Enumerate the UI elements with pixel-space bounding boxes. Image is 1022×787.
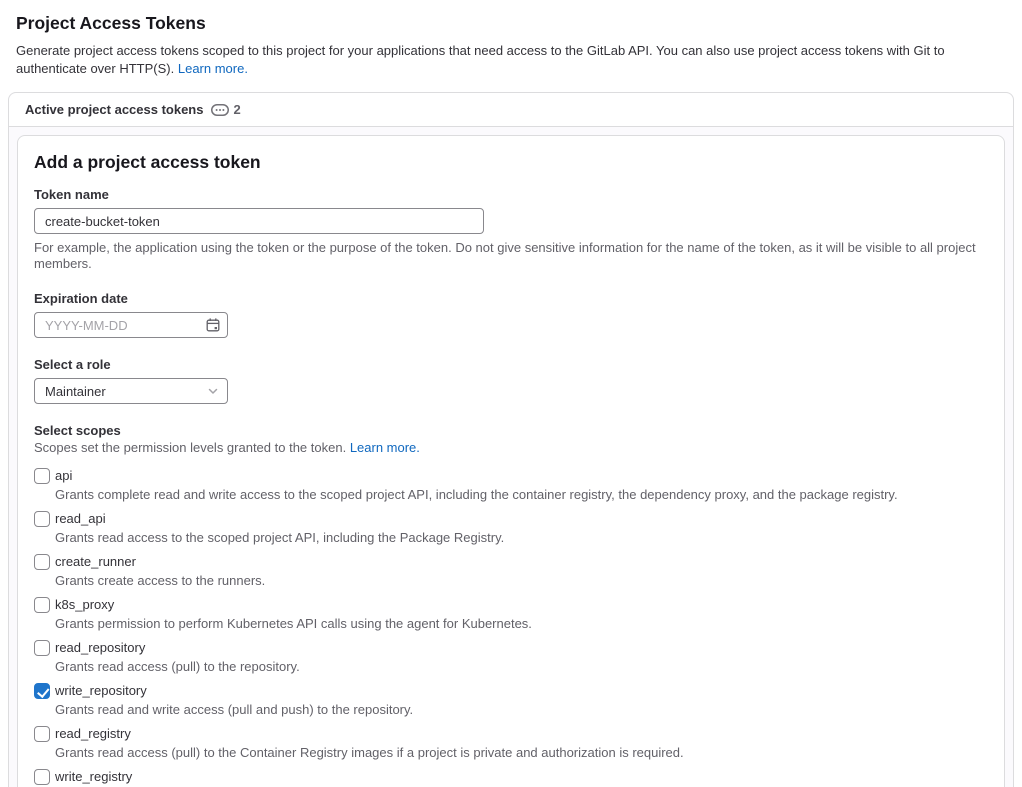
active-tokens-count: 2 [233, 102, 240, 117]
scope-description: Grants permission to perform Kubernetes … [55, 616, 988, 631]
scope-checkbox[interactable] [34, 640, 50, 656]
page-title: Project Access Tokens [16, 13, 1006, 34]
expiration-date-input-wrap [34, 312, 228, 338]
active-tokens-count-badge: 2 [211, 102, 240, 117]
scope-name[interactable]: write_registry [55, 769, 988, 785]
scope-checkbox[interactable] [34, 511, 50, 527]
scope-row: api Grants complete read and write acces… [34, 468, 988, 502]
scopes-help-text: Scopes set the permission levels granted… [34, 440, 346, 455]
scope-name[interactable]: read_repository [55, 640, 988, 656]
scope-name[interactable]: create_runner [55, 554, 988, 570]
access-tokens-container: Active project access tokens 2 Add a pro… [8, 92, 1014, 787]
scope-checkbox[interactable] [34, 554, 50, 570]
role-select[interactable]: Maintainer [34, 378, 228, 404]
scope-description: Grants read access (pull) to the Contain… [55, 745, 988, 760]
scope-name[interactable]: api [55, 468, 988, 484]
scope-row: write_repository Grants read and write a… [34, 683, 988, 717]
scope-row: read_api Grants read access to the scope… [34, 511, 988, 545]
learn-more-link[interactable]: Learn more. [178, 61, 248, 76]
scope-checkbox[interactable] [34, 468, 50, 484]
scope-name[interactable]: read_registry [55, 726, 988, 742]
scope-description: Grants read access to the scoped project… [55, 530, 988, 545]
scope-row: read_registry Grants read access (pull) … [34, 726, 988, 760]
chevron-down-icon [207, 385, 219, 397]
token-name-field: Token name For example, the application … [34, 187, 988, 272]
scope-name[interactable]: read_api [55, 511, 988, 527]
scope-row: write_registry Grants write access (push… [34, 769, 988, 787]
scopes-help: Scopes set the permission levels granted… [34, 440, 988, 455]
scope-description: Grants create access to the runners. [55, 573, 988, 588]
scope-checkbox[interactable] [34, 683, 50, 699]
expiration-date-input[interactable] [34, 312, 228, 338]
page-description-text: Generate project access tokens scoped to… [16, 43, 945, 76]
scope-row: k8s_proxy Grants permission to perform K… [34, 597, 988, 631]
scope-description: Grants complete read and write access to… [55, 487, 988, 502]
scopes-label: Select scopes [34, 423, 988, 438]
scope-checkbox[interactable] [34, 769, 50, 785]
scopes-learn-more-link[interactable]: Learn more. [350, 440, 420, 455]
token-name-help: For example, the application using the t… [34, 240, 988, 272]
expiration-date-field: Expiration date [34, 291, 988, 338]
token-name-label: Token name [34, 187, 988, 202]
scope-row: create_runner Grants create access to th… [34, 554, 988, 588]
active-tokens-title: Active project access tokens [25, 102, 203, 117]
token-name-input[interactable] [34, 208, 484, 234]
scope-row: read_repository Grants read access (pull… [34, 640, 988, 674]
active-tokens-header: Active project access tokens 2 [9, 93, 1013, 127]
scope-checkbox[interactable] [34, 597, 50, 613]
crud-body: Add a project access token Token name Fo… [9, 127, 1013, 787]
token-pill-ellipsis-icon [211, 104, 229, 116]
scope-description: Grants read and write access (pull and p… [55, 702, 988, 717]
scope-description: Grants read access (pull) to the reposit… [55, 659, 988, 674]
role-field: Select a role Maintainer [34, 357, 988, 404]
scopes-field: Select scopes Scopes set the permission … [34, 423, 988, 787]
add-token-form: Add a project access token Token name Fo… [17, 135, 1005, 787]
scope-checkbox[interactable] [34, 726, 50, 742]
page-description: Generate project access tokens scoped to… [16, 42, 1006, 77]
expiration-date-label: Expiration date [34, 291, 988, 306]
form-heading: Add a project access token [34, 152, 988, 173]
scope-name[interactable]: write_repository [55, 683, 988, 699]
scope-name[interactable]: k8s_proxy [55, 597, 988, 613]
scopes-list: api Grants complete read and write acces… [34, 468, 988, 787]
page-header: Project Access Tokens Generate project a… [0, 0, 1022, 77]
role-selected-value: Maintainer [45, 384, 106, 399]
role-label: Select a role [34, 357, 988, 372]
